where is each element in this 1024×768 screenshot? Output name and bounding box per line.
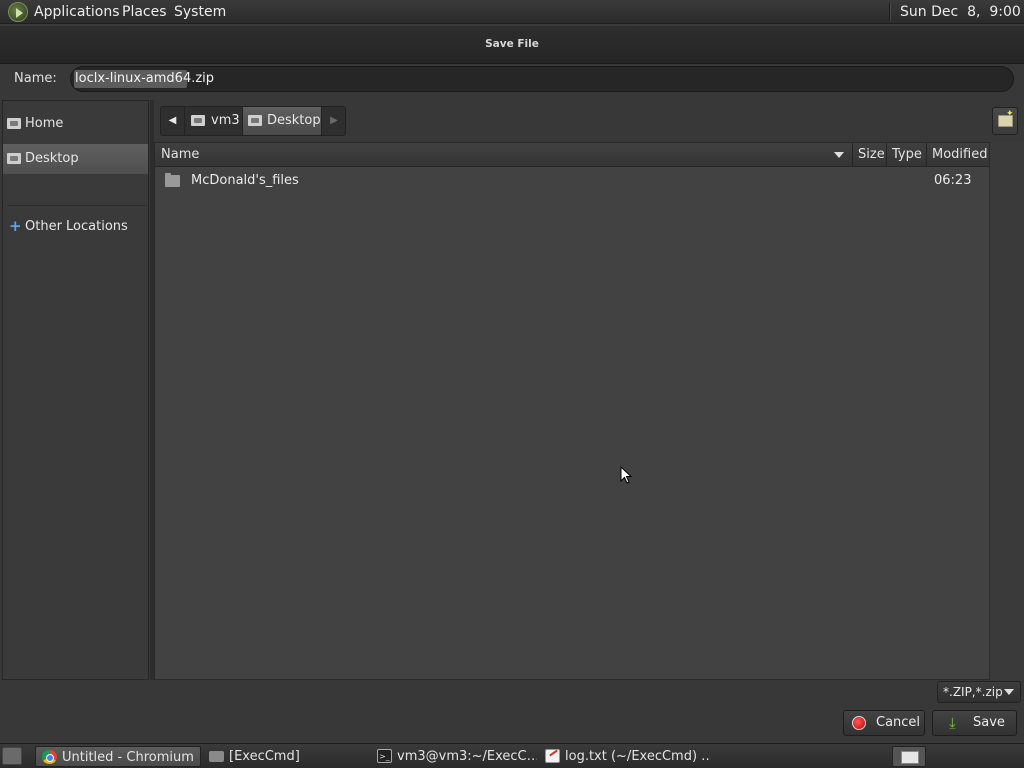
dialog-title: Save File: [485, 38, 539, 50]
top-panel: Applications Places System Sun Dec 8, 9:…: [0, 0, 1024, 24]
sidebar-item-home[interactable]: Home: [3, 109, 148, 139]
file-list[interactable]: Name Size Type Modified McDonald's_files…: [154, 142, 990, 680]
task-text-editor[interactable]: log.txt (~/ExecCmd) …: [539, 746, 709, 767]
sort-descending-icon: [834, 152, 844, 158]
file-modified: 06:23: [934, 173, 972, 188]
task-label: log.txt (~/ExecCmd) …: [565, 749, 709, 764]
column-header-modified[interactable]: Modified: [926, 143, 989, 167]
path-segment-label: Desktop: [267, 113, 321, 128]
sidebar-item-other-locations[interactable]: + Other Locations: [3, 212, 148, 242]
column-header-name[interactable]: Name: [161, 143, 851, 167]
save-button[interactable]: ⤓ Save: [932, 710, 1017, 736]
file-row[interactable]: McDonald's_files 06:23: [155, 167, 989, 195]
mouse-cursor-icon: [620, 466, 632, 484]
panel-separator: [889, 3, 891, 21]
name-label: Name:: [14, 71, 57, 86]
file-name: McDonald's_files: [191, 173, 299, 188]
task-label: Untitled - Chromium: [62, 750, 194, 765]
folder-icon: [209, 751, 224, 762]
file-list-header: Name Size Type Modified: [155, 143, 989, 167]
cancel-icon: [852, 716, 866, 730]
terminal-icon: [377, 746, 392, 767]
task-chromium[interactable]: Untitled - Chromium: [35, 746, 201, 767]
taskbar: Untitled - Chromium [ExecCmd] vm3@vm3:~/…: [0, 743, 1024, 768]
text-editor-icon: [545, 749, 560, 763]
path-segment-label: vm3: [211, 113, 240, 128]
download-icon: ⤓: [949, 714, 956, 732]
sidebar-item-desktop[interactable]: Desktop: [3, 144, 148, 174]
chevron-down-icon: [1004, 689, 1014, 695]
task-label: vm3@vm3:~/ExecC…: [397, 749, 537, 764]
cancel-button[interactable]: Cancel: [843, 710, 925, 736]
home-folder-icon: [191, 115, 205, 126]
save-button-label: Save: [973, 715, 1005, 730]
desktop-folder-icon: [248, 115, 262, 126]
file-type-filter[interactable]: *.ZIP,*.zip: [937, 681, 1021, 703]
desktop-folder-icon: [7, 153, 21, 164]
applications-logo-icon[interactable]: [8, 2, 28, 22]
sidebar-item-label: Desktop: [25, 151, 79, 166]
folder-icon: [165, 173, 180, 187]
path-segment-desktop[interactable]: Desktop: [242, 107, 322, 135]
show-desktop-icon[interactable]: [2, 747, 22, 765]
home-folder-icon: [7, 118, 21, 129]
sidebar-divider: [7, 205, 147, 206]
menu-applications[interactable]: Applications: [34, 4, 120, 20]
plus-icon: +: [9, 217, 22, 235]
path-forward-button[interactable]: ▶: [323, 107, 345, 135]
path-bar: ◀ vm3 Desktop ▶: [160, 106, 346, 136]
cancel-button-label: Cancel: [876, 715, 921, 730]
menu-places[interactable]: Places: [122, 4, 167, 20]
path-back-button[interactable]: ◀: [161, 107, 185, 135]
menu-system[interactable]: System: [174, 4, 226, 20]
filename-value[interactable]: loclx-linux-amd64.zip: [75, 71, 214, 86]
dialog-titlebar[interactable]: Save File: [0, 26, 1024, 64]
file-list-gutter: [990, 142, 1024, 680]
column-header-size[interactable]: Size: [852, 143, 886, 167]
sidebar-item-label: Other Locations: [25, 219, 128, 234]
save-file-dialog: Save File Name: loclx-linux-amd64.zip Ho…: [0, 26, 1024, 742]
chromium-icon: [42, 750, 57, 764]
task-execcmd-folder[interactable]: [ExecCmd]: [203, 746, 369, 767]
file-type-filter-value: *.ZIP,*.zip: [943, 685, 1003, 699]
column-header-type[interactable]: Type: [886, 143, 926, 167]
clock[interactable]: Sun Dec 8, 9:00 AM: [900, 4, 1024, 20]
sidebar-item-label: Home: [25, 116, 64, 131]
task-label: [ExecCmd]: [229, 749, 300, 764]
create-folder-button[interactable]: [992, 107, 1018, 135]
places-sidebar: Home Desktop + Other Locations: [2, 100, 149, 680]
new-folder-icon: [998, 109, 1014, 127]
path-segment-vm3[interactable]: vm3: [186, 107, 242, 135]
task-terminal[interactable]: vm3@vm3:~/ExecC…: [371, 746, 537, 767]
workspace-switcher[interactable]: [892, 746, 926, 767]
